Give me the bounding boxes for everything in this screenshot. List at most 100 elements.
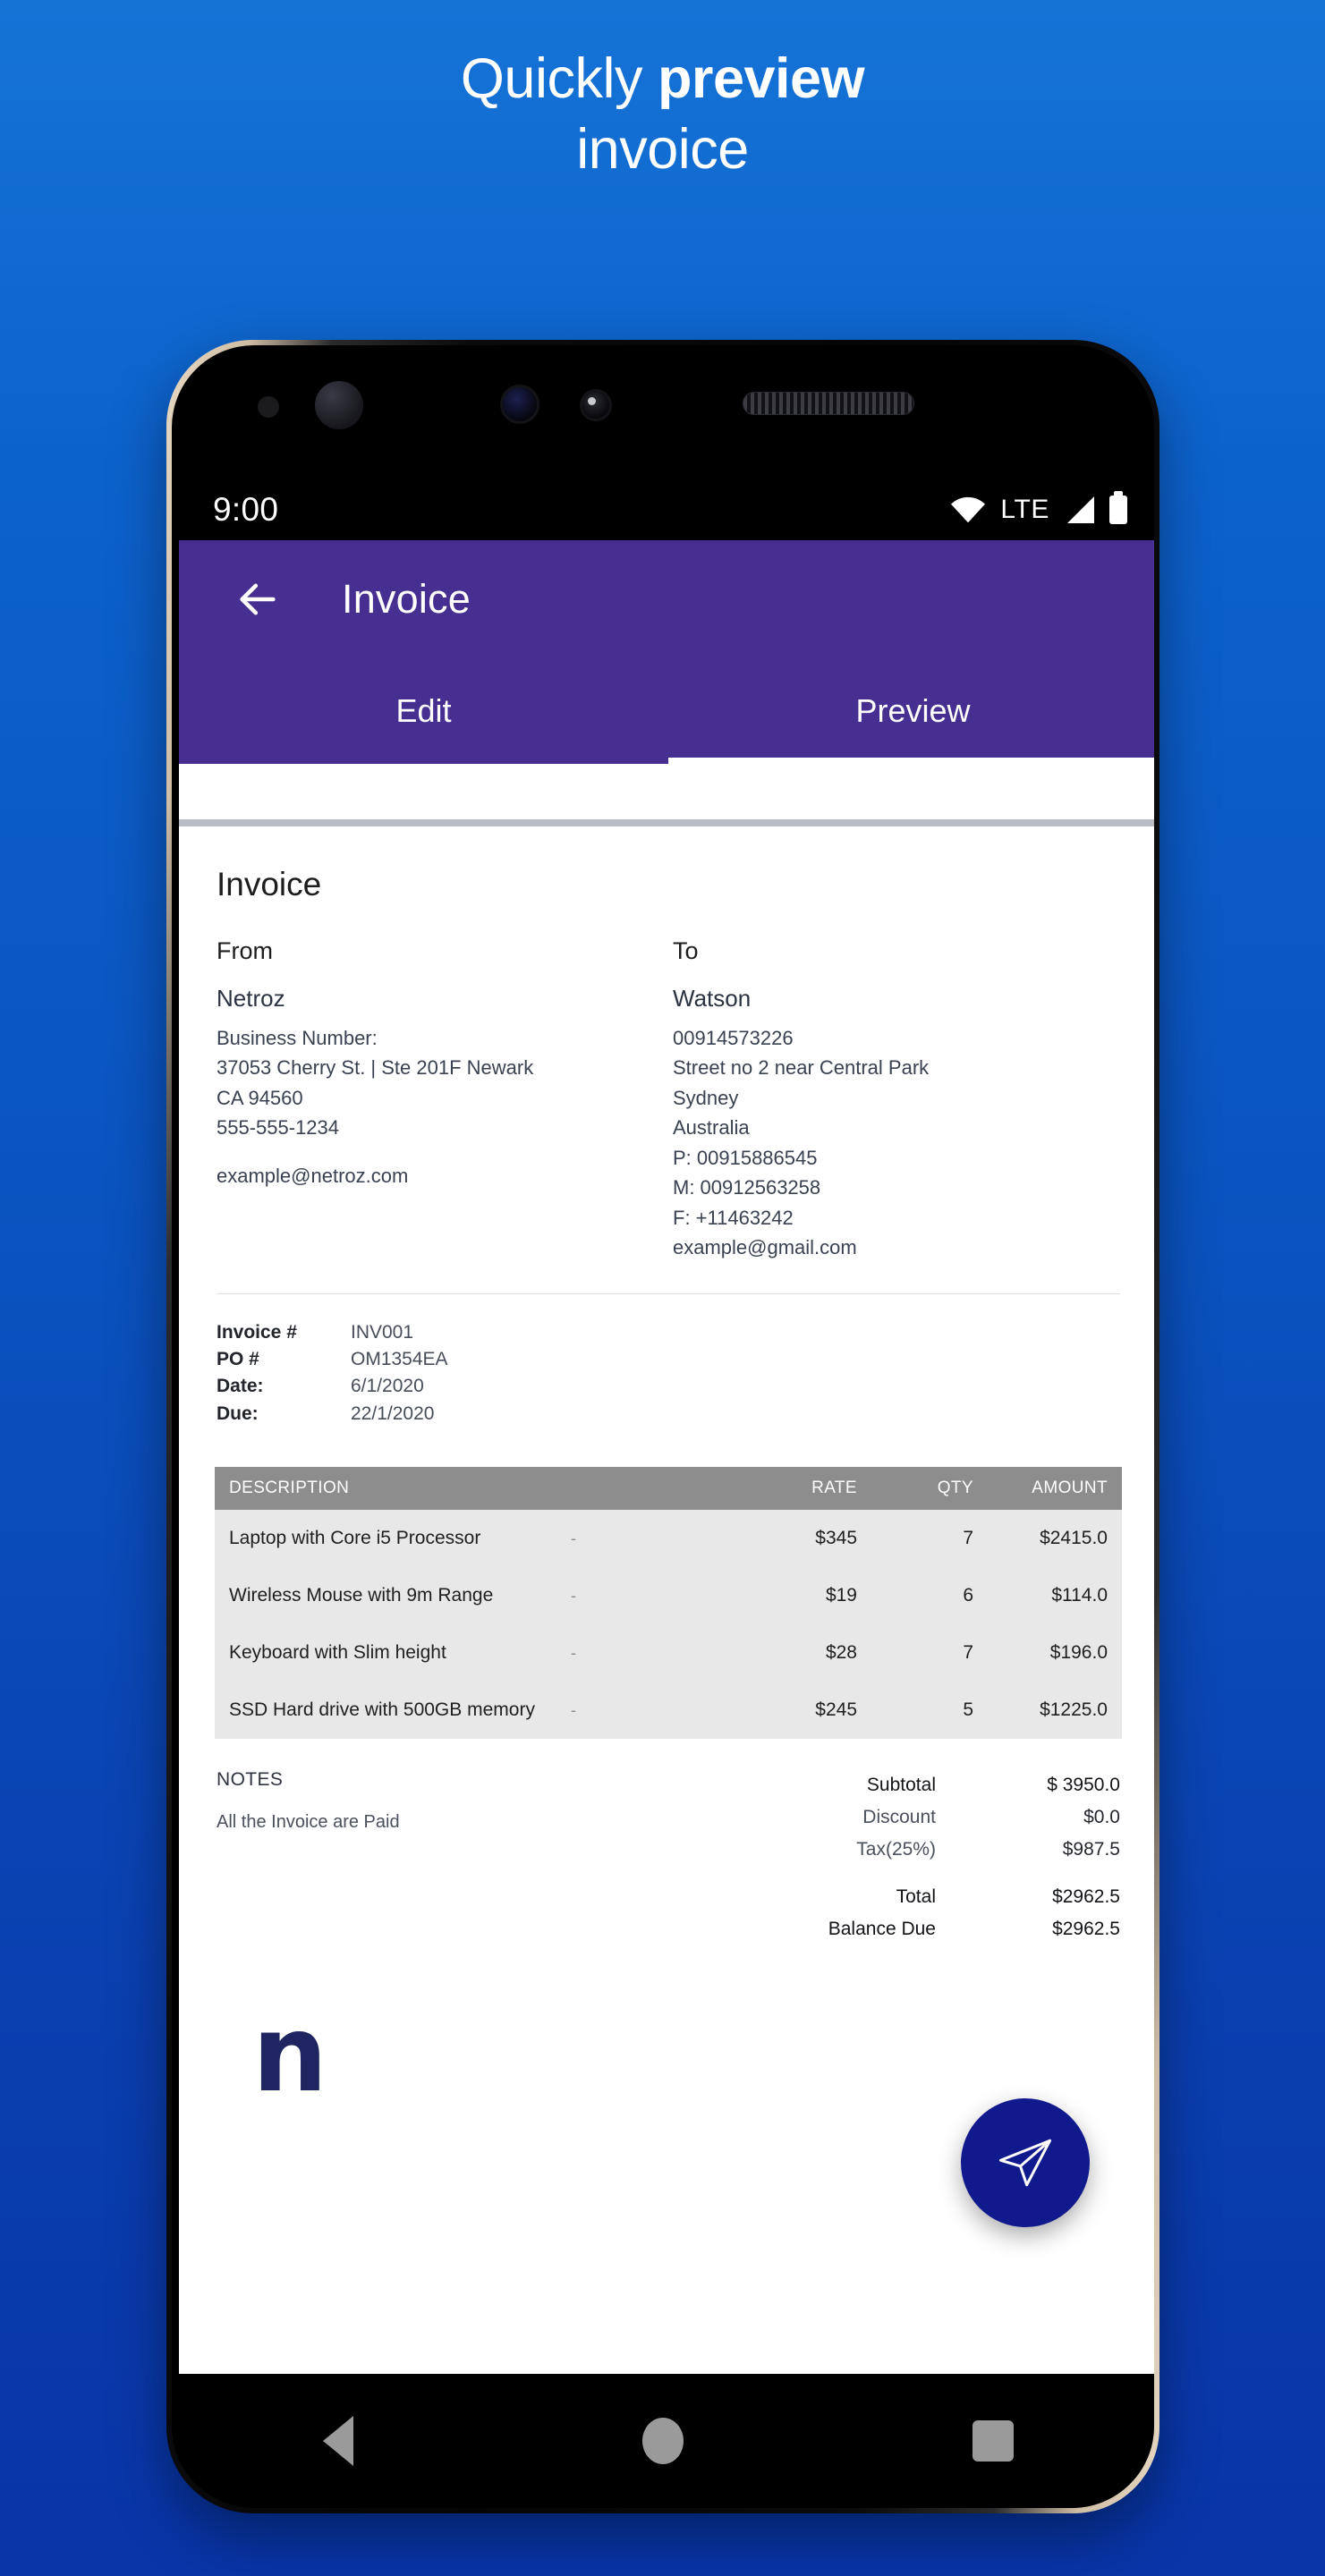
table-row: Keyboard with Slim height - $28 7 $196.0	[215, 1624, 1122, 1682]
to-line-1: 00914573226	[673, 1027, 794, 1049]
proximity-sensor-icon	[258, 396, 279, 418]
to-line-5: P: 00915886545	[673, 1146, 818, 1169]
cell-amount: $114.0	[1051, 1585, 1108, 1606]
column-header-spacer	[571, 1479, 723, 1498]
back-nav-icon[interactable]	[323, 2416, 354, 2466]
cell-qty: 5	[963, 1699, 973, 1721]
notes-block: NOTES All the Invoice are Paid	[217, 1769, 633, 1945]
to-line-7: F: +11463242	[673, 1206, 794, 1229]
page-title: Invoice	[342, 576, 471, 622]
sensor-cluster	[172, 345, 1154, 479]
promo-line-1-prefix: Quickly	[460, 47, 658, 110]
from-label: From	[217, 937, 273, 964]
table-row: Wireless Mouse with 9m Range - $19 6 $11…	[215, 1567, 1122, 1625]
to-line-3: Sydney	[673, 1086, 739, 1109]
recents-nav-icon[interactable]	[972, 2420, 1014, 2462]
promo-line-1: Quickly preview	[0, 47, 1325, 112]
cell-qty: 7	[963, 1528, 973, 1549]
summary-label-discount: Discount	[862, 1807, 936, 1828]
cell-amount: $2415.0	[1040, 1528, 1108, 1549]
cell-dash: -	[571, 1529, 576, 1547]
from-line-3: CA 94560	[217, 1086, 303, 1109]
cell-description: Laptop with Core i5 Processor	[229, 1528, 481, 1549]
summary-label-tax: Tax(25%)	[856, 1839, 936, 1860]
android-navigation-bar	[179, 2374, 1154, 2508]
cell-amount: $196.0	[1049, 1642, 1108, 1664]
promo-line-1-strong: preview	[657, 47, 865, 110]
wifi-icon	[951, 496, 986, 523]
meta-value-due: 22/1/2020	[351, 1402, 435, 1424]
summary-row-subtotal: Subtotal $ 3950.0	[633, 1769, 1120, 1801]
cell-rate: $245	[815, 1699, 857, 1721]
party-section: From Netroz Business Number: 37053 Cherr…	[217, 937, 1129, 1263]
phone-device-frame: 9:00 LTE Invoice Edit Preview Invoice Fr…	[166, 340, 1159, 2513]
summary-label-balance-due: Balance Due	[828, 1918, 936, 1939]
cell-amount: $1225.0	[1040, 1699, 1108, 1721]
from-spacer	[217, 1143, 651, 1161]
summary-value-balance-due: $2962.5	[1052, 1918, 1120, 1939]
summary-label-subtotal: Subtotal	[866, 1775, 936, 1796]
tab-preview[interactable]: Preview	[668, 658, 1154, 764]
from-line-1: Business Number:	[217, 1027, 378, 1049]
battery-icon	[1109, 491, 1127, 524]
table-row: Laptop with Core i5 Processor - $345 7 $…	[215, 1510, 1122, 1568]
meta-key-invoice-number: Invoice #	[217, 1321, 297, 1343]
cell-description: SSD Hard drive with 500GB memory	[229, 1699, 535, 1721]
from-email: example@netroz.com	[217, 1164, 409, 1187]
summary-value-discount: $0.0	[1083, 1807, 1120, 1828]
notes-label: NOTES	[217, 1769, 284, 1791]
meta-key-date: Date:	[217, 1376, 264, 1397]
to-line-6: M: 00912563258	[673, 1176, 821, 1199]
app-bar-top-row: Invoice	[179, 540, 1154, 658]
cell-qty: 6	[963, 1585, 973, 1606]
column-header-rate: RATE	[811, 1479, 857, 1498]
summary-row-tax: Tax(25%) $987.5	[633, 1834, 1120, 1866]
promo-line-2: invoice	[576, 118, 749, 182]
summary-block: Subtotal $ 3950.0 Discount $0.0 Tax(25%)…	[633, 1769, 1120, 1945]
cell-rate: $345	[815, 1528, 857, 1549]
summary-label-total: Total	[896, 1885, 936, 1907]
summary-row-discount: Discount $0.0	[633, 1801, 1120, 1834]
from-name: Netroz	[217, 985, 285, 1012]
home-nav-icon[interactable]	[641, 2418, 684, 2464]
meta-row: PO # OM1354EA	[217, 1346, 1129, 1373]
cell-dash: -	[571, 1586, 576, 1605]
cell-rate: $19	[825, 1585, 857, 1606]
tab-edit[interactable]: Edit	[179, 658, 668, 764]
notes-text: All the Invoice are Paid	[217, 1812, 400, 1833]
column-header-description: DESCRIPTION	[229, 1479, 350, 1498]
column-header-amount: AMOUNT	[1032, 1479, 1108, 1498]
to-block: To Watson 00914573226 Street no 2 near C…	[673, 937, 1129, 1263]
back-arrow-icon[interactable]	[234, 576, 281, 623]
send-icon	[998, 2139, 1052, 2187]
line-items-table: DESCRIPTION RATE QTY AMOUNT Laptop with …	[215, 1467, 1122, 1740]
status-clock: 9:00	[213, 491, 279, 528]
column-header-qty: QTY	[937, 1479, 973, 1498]
meta-key-po-number: PO #	[217, 1348, 259, 1369]
phone-screen: 9:00 LTE Invoice Edit Preview Invoice Fr…	[179, 479, 1154, 2385]
to-email: example@gmail.com	[673, 1236, 857, 1259]
network-type-label: LTE	[1000, 495, 1049, 524]
summary-value-total: $2962.5	[1052, 1885, 1120, 1907]
meta-value-po-number: OM1354EA	[351, 1348, 448, 1369]
meta-key-due: Due:	[217, 1402, 259, 1424]
to-label: To	[673, 937, 699, 964]
summary-row-total: Total $2962.5	[633, 1881, 1120, 1913]
summary-value-tax: $987.5	[1062, 1839, 1120, 1860]
content-top-gap	[179, 764, 1154, 819]
front-camera-icon	[503, 387, 537, 421]
app-bar: Invoice Edit Preview	[179, 540, 1154, 764]
table-row: SSD Hard drive with 500GB memory - $245 …	[215, 1682, 1122, 1740]
secondary-sensor-icon	[582, 392, 609, 419]
status-icon-group: LTE	[951, 491, 1127, 525]
status-bar: 9:00 LTE	[179, 479, 1154, 540]
to-name: Watson	[673, 985, 752, 1012]
from-line-2: 37053 Cherry St. | Ste 201F Newark	[217, 1056, 534, 1080]
send-invoice-fab[interactable]	[961, 2098, 1090, 2227]
earpiece-speaker-icon	[743, 392, 914, 415]
cell-qty: 7	[963, 1642, 973, 1664]
from-block: From Netroz Business Number: 37053 Cherr…	[217, 937, 673, 1263]
phone-body: 9:00 LTE Invoice Edit Preview Invoice Fr…	[172, 345, 1154, 2508]
cell-dash: -	[571, 1643, 576, 1662]
summary-value-subtotal: $ 3950.0	[1047, 1775, 1120, 1796]
